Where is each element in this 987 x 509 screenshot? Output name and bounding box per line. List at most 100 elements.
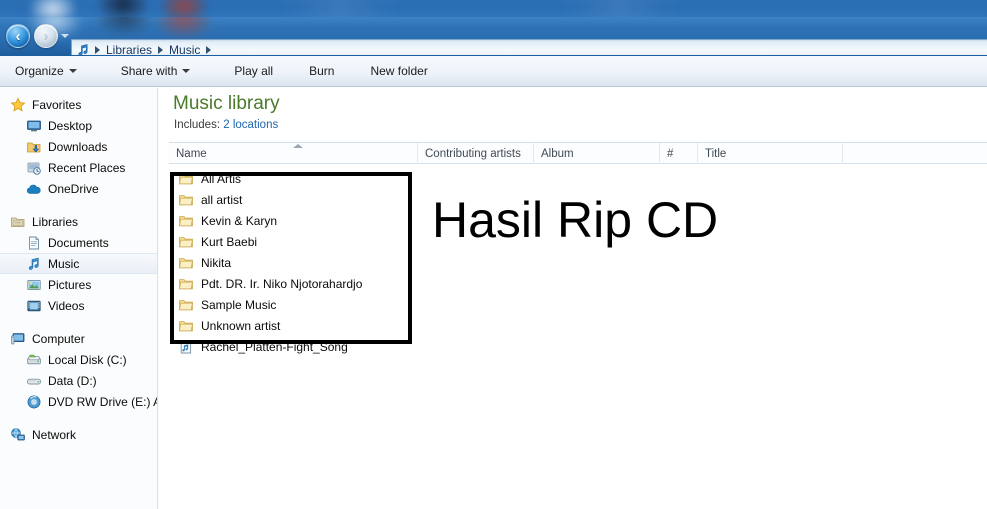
- sidebar-item-network[interactable]: Network: [0, 424, 157, 445]
- column-label-name: Name: [176, 147, 207, 160]
- sidebar-item-videos[interactable]: Videos: [0, 295, 157, 316]
- sidebar-item-onedrive[interactable]: OneDrive: [0, 178, 157, 199]
- file-name: Nikita: [201, 255, 232, 270]
- sidebar-item-data-d[interactable]: Data (D:): [0, 370, 157, 391]
- sidebar-item-desktop[interactable]: Desktop: [0, 115, 157, 136]
- hard-disk-icon: [26, 352, 42, 368]
- breadcrumb-separator-1[interactable]: [158, 46, 164, 54]
- explorer-body: Favorites Desktop Downloads Recent Place…: [0, 88, 987, 509]
- folder-icon: [178, 213, 194, 229]
- sidebar-label-music: Music: [48, 256, 80, 271]
- sidebar-item-favorites[interactable]: Favorites: [0, 94, 157, 115]
- pictures-icon: [26, 277, 42, 293]
- sidebar-label-recent-places: Recent Places: [48, 160, 126, 175]
- network-icon: [10, 427, 26, 443]
- sidebar-label-network: Network: [32, 427, 77, 442]
- toolbar-button-new-folder[interactable]: New folder: [359, 59, 438, 83]
- forward-arrow-icon: ›: [43, 27, 49, 45]
- downloads-icon: [26, 139, 42, 155]
- toolbar-button-share-with[interactable]: Share with: [110, 59, 202, 83]
- desktop-bleed-blur-3: [162, 0, 206, 17]
- file-name: Kurt Baebi: [201, 234, 258, 249]
- sidebar-label-downloads: Downloads: [48, 139, 108, 154]
- column-header-title[interactable]: Title: [697, 143, 842, 164]
- music-note-icon: [26, 256, 42, 272]
- back-button[interactable]: ‹: [6, 24, 30, 48]
- toolbar-button-play-all[interactable]: Play all: [223, 59, 284, 83]
- sidebar-label-favorites: Favorites: [32, 97, 82, 112]
- star-icon: [10, 96, 26, 113]
- toolbar-label-new-folder: New folder: [370, 64, 428, 78]
- file-name: Rachel_Platten-Fight_Song: [201, 339, 348, 354]
- column-header-album[interactable]: Album: [533, 143, 659, 164]
- sidebar-item-libraries[interactable]: Libraries: [0, 211, 157, 232]
- music-note-icon: [76, 43, 90, 55]
- annotation-callout-text: Hasil Rip CD: [432, 192, 719, 248]
- sidebar-item-documents[interactable]: Documents: [0, 232, 157, 253]
- breadcrumb-separator-root[interactable]: [95, 46, 100, 54]
- column-label-contributing-artists: Contributing artists: [425, 147, 521, 160]
- sidebar-group-favorites: Favorites Desktop Downloads Recent Place…: [0, 94, 157, 199]
- library-includes: Includes: 2 locations: [174, 119, 278, 131]
- folder-icon: [178, 276, 194, 292]
- toolbar-button-burn[interactable]: Burn: [298, 59, 345, 83]
- breadcrumb-music[interactable]: Music: [164, 42, 205, 55]
- sort-ascending-icon: [293, 144, 303, 148]
- list-item[interactable]: Nikita: [169, 252, 987, 273]
- folder-icon: [178, 234, 194, 250]
- toolbar-label-play-all: Play all: [234, 64, 274, 78]
- breadcrumb-libraries[interactable]: Libraries: [101, 42, 157, 55]
- navigation-pane: Favorites Desktop Downloads Recent Place…: [0, 88, 158, 509]
- recent-pages-dropdown-icon[interactable]: [61, 34, 69, 38]
- sidebar-label-data-d: Data (D:): [48, 373, 97, 388]
- sidebar-item-downloads[interactable]: Downloads: [0, 136, 157, 157]
- list-item[interactable]: All Artis: [169, 168, 987, 189]
- column-header-track-number[interactable]: #: [659, 143, 697, 164]
- recent-places-icon: [26, 160, 42, 176]
- column-header-contributing-artists[interactable]: Contributing artists: [417, 143, 533, 164]
- column-header-name[interactable]: Name: [169, 143, 417, 164]
- toolbar-button-organize[interactable]: Organize: [4, 59, 88, 83]
- column-label-album: Album: [541, 147, 574, 160]
- folder-icon: [178, 318, 194, 334]
- sidebar-group-network: Network: [0, 424, 157, 445]
- sidebar-label-videos: Videos: [48, 298, 85, 313]
- file-name: All Artis: [201, 171, 242, 186]
- breadcrumb-separator-2[interactable]: [206, 46, 212, 54]
- list-item[interactable]: Rachel_Platten-Fight_Song: [169, 336, 987, 357]
- sidebar-item-music[interactable]: Music: [0, 253, 157, 274]
- sidebar-item-computer[interactable]: Computer: [0, 328, 157, 349]
- dvd-drive-icon: [26, 394, 42, 410]
- list-item[interactable]: Sample Music: [169, 294, 987, 315]
- file-name: all artist: [201, 192, 243, 207]
- column-header-row: Name Contributing artists Album # Title: [169, 142, 987, 164]
- computer-icon: [10, 331, 26, 347]
- sidebar-group-libraries: Libraries Documents Music Pictures Video…: [0, 211, 157, 316]
- file-list-pane: Music library Includes: 2 locations Name…: [159, 88, 987, 509]
- list-item[interactable]: Pdt. DR. Ir. Niko Njotorahardjo: [169, 273, 987, 294]
- address-bar[interactable]: Libraries Music: [71, 39, 987, 55]
- sidebar-label-pictures: Pictures: [48, 277, 92, 292]
- sidebar-item-pictures[interactable]: Pictures: [0, 274, 157, 295]
- sidebar-item-recent-places[interactable]: Recent Places: [0, 157, 157, 178]
- desktop-bleed-blur-2: [98, 0, 148, 17]
- toolbar-label-burn: Burn: [309, 64, 335, 78]
- column-header-extra[interactable]: [842, 143, 987, 164]
- sidebar-item-dvd-rw-drive-e[interactable]: DVD RW Drive (E:) A: [0, 391, 157, 412]
- desktop-icon: [26, 118, 42, 134]
- list-item[interactable]: Unknown artist: [169, 315, 987, 336]
- column-label-track-number: #: [667, 147, 674, 160]
- navigation-bar: ‹ › Libraries Music: [0, 17, 987, 55]
- sidebar-item-local-disk-c[interactable]: Local Disk (C:): [0, 349, 157, 370]
- file-name: Unknown artist: [201, 318, 281, 333]
- folder-icon: [178, 297, 194, 313]
- desktop-bleed-blur-5: [96, 17, 152, 35]
- documents-icon: [26, 235, 42, 251]
- forward-button[interactable]: ›: [34, 24, 58, 48]
- title-bar-glass: [0, 0, 987, 17]
- sidebar-label-desktop: Desktop: [48, 118, 93, 133]
- folder-icon: [178, 255, 194, 271]
- folder-icon: [178, 171, 194, 187]
- locations-link[interactable]: 2 locations: [223, 119, 278, 131]
- sidebar-label-libraries: Libraries: [32, 214, 79, 229]
